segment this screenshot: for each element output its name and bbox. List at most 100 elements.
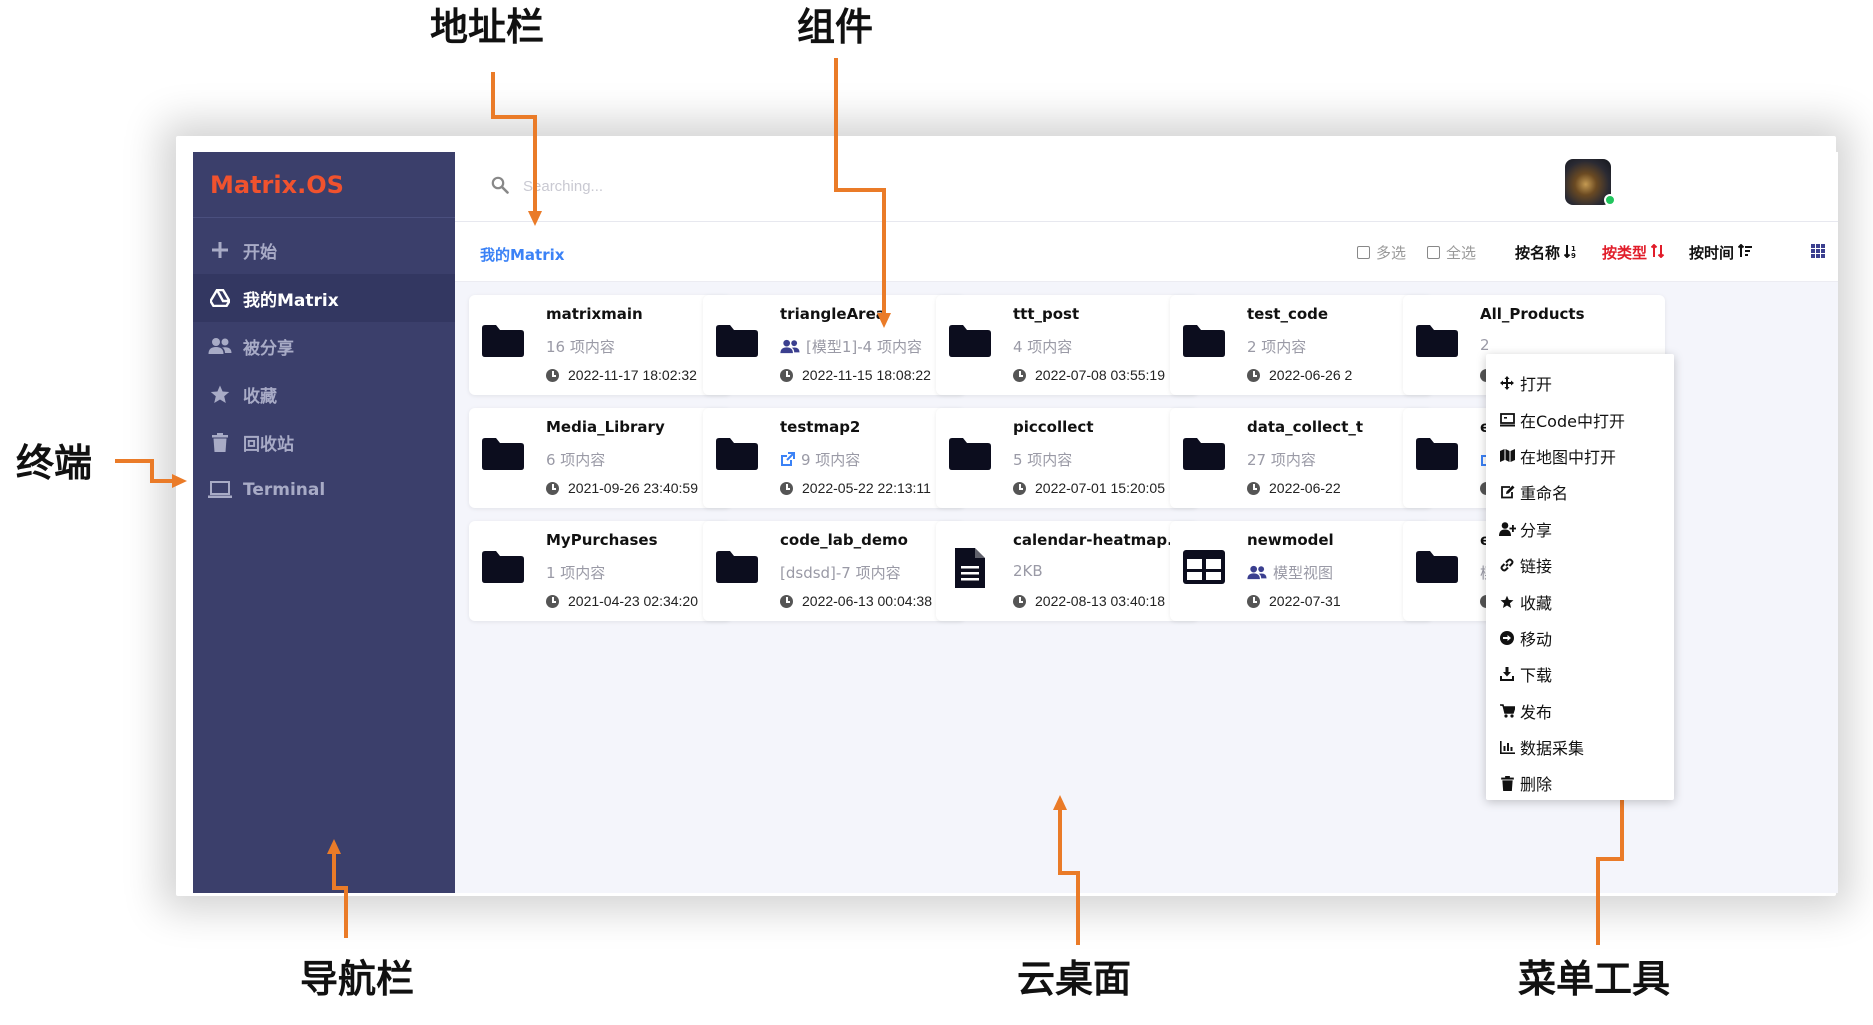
folder-icon (716, 438, 758, 480)
select-all-label: 全选 (1446, 244, 1477, 262)
context-menu-item[interactable]: 下载 (1486, 656, 1674, 692)
context-menu-item[interactable]: 在Code中打开 (1486, 401, 1674, 437)
context-menu-label: 在地图中打开 (1520, 447, 1617, 467)
drive-icon (207, 287, 233, 309)
file-meta-text: 5 项内容 (1013, 451, 1073, 469)
context-menu-item[interactable]: 链接 (1486, 547, 1674, 583)
file-card[interactable]: code_lab_demo [dsdsd]-7 项内容 2022-06-13 00:… (703, 521, 965, 621)
file-timestamp: 2022-05-22 22:13:11 (780, 480, 931, 496)
annotation-nav-bar: 导航栏 (300, 957, 415, 1001)
file-name: test_code (1247, 305, 1329, 323)
file-name: newmodel (1247, 531, 1334, 549)
clock-icon (1247, 368, 1260, 382)
file-meta-text: 4 项内容 (1013, 338, 1073, 356)
file-meta-text: 2 (1480, 336, 1490, 354)
file-meta-text: 27 项内容 (1247, 451, 1316, 469)
select-all-checkbox[interactable]: 全选 (1427, 242, 1476, 263)
search-input[interactable] (523, 172, 923, 200)
context-menu-item[interactable]: 分享 (1486, 511, 1674, 547)
context-menu-label: 发布 (1520, 702, 1553, 722)
sort-icon (1737, 243, 1753, 262)
file-toolbar: 我的Matrix 多选 全选 按名称 19 按类型 按时间 (455, 222, 1838, 282)
breadcrumb[interactable]: 我的Matrix (480, 244, 564, 265)
folder-icon (949, 325, 991, 367)
context-menu-item[interactable]: 数据采集 (1486, 729, 1674, 765)
sidebar-item-shared[interactable]: 被分享 (193, 322, 455, 370)
file-meta-text: 2 项内容 (1247, 338, 1307, 356)
sidebar-item-my-matrix[interactable]: 我的Matrix (193, 274, 455, 322)
grid-view-icon[interactable] (1811, 244, 1825, 263)
context-menu-item[interactable]: 打开 (1486, 365, 1674, 401)
folder-icon (1183, 325, 1225, 367)
file-timestamp: 2022-07-31 (1247, 593, 1341, 609)
trash-icon (207, 431, 233, 453)
plus-icon (207, 239, 233, 261)
file-meta-text: 模型视图 (1273, 564, 1334, 582)
file-card[interactable]: piccollect 5 项内容 2022-07-01 15:20:05 (936, 408, 1198, 508)
sort-by-name-button[interactable]: 按名称 19 (1515, 242, 1578, 263)
users-icon (780, 339, 800, 354)
file-name: testmap2 (780, 418, 861, 436)
code-window-icon (1498, 412, 1516, 427)
cart-icon (1498, 703, 1516, 718)
svg-text:9: 9 (1571, 252, 1576, 258)
clock-icon (1013, 368, 1026, 382)
context-menu-item[interactable]: 收藏 (1486, 583, 1674, 619)
move-icon (1498, 376, 1516, 391)
sort-by-time-button[interactable]: 按时间 (1689, 242, 1753, 263)
file-meta-text: 16 项内容 (546, 338, 615, 356)
folder-icon (482, 325, 524, 367)
file-card[interactable]: data_collect_t 27 项内容 2022-06-22 (1170, 408, 1432, 508)
star-icon (207, 383, 233, 405)
sort-icon (1650, 243, 1665, 262)
sidebar-item-start[interactable]: 开始 (193, 226, 455, 274)
file-card[interactable]: test_code 2 项内容 2022-06-26 2 (1170, 295, 1432, 395)
sort-by-type-button[interactable]: 按类型 (1602, 242, 1665, 263)
file-meta: 6 项内容 (546, 449, 605, 470)
file-card[interactable]: Media_Library 6 项内容 2021-09-26 23:40:59 (469, 408, 731, 508)
folder-icon (1416, 551, 1458, 593)
context-menu-label: 删除 (1520, 775, 1553, 795)
folder-icon (1183, 438, 1225, 480)
context-menu-item[interactable]: 发布 (1486, 693, 1674, 729)
file-card[interactable]: newmodel 模型视图 2022-07-31 (1170, 521, 1432, 621)
file-name: triangleArea (780, 305, 886, 323)
file-meta: 16 项内容 (546, 336, 615, 357)
clock-icon (780, 368, 793, 382)
file-name: All_Products (1480, 305, 1585, 323)
clock-icon (780, 594, 793, 608)
file-card[interactable]: matrixmain 16 项内容 2022-11-17 18:02:32 (469, 295, 731, 395)
file-card[interactable]: MyPurchases 1 项内容 2021-04-23 02:34:20 (469, 521, 731, 621)
file-name: matrixmain (546, 305, 643, 323)
file-card[interactable]: ttt_post 4 项内容 2022-07-08 03:55:19 (936, 295, 1198, 395)
file-card[interactable]: testmap2 9 项内容 2022-05-22 22:13:11 (703, 408, 965, 508)
file-timestamp: 2021-09-26 23:40:59 (546, 480, 698, 496)
annotation-widgets: 组件 (797, 5, 874, 49)
context-menu-item[interactable]: 移动 (1486, 620, 1674, 656)
file-meta: 2 (1480, 336, 1490, 354)
sidebar-item-trash[interactable]: 回收站 (193, 418, 455, 466)
clock-icon (1013, 481, 1026, 495)
context-menu-item[interactable]: 在地图中打开 (1486, 438, 1674, 474)
file-meta: [模型1]-4 项内容 (780, 336, 922, 357)
sidebar-nav: Matrix.OS 开始 我的Matrix 被分享 收藏 回收站 Termina… (193, 152, 455, 893)
file-timestamp-text: 2022-11-15 18:08:22 (802, 367, 931, 383)
sidebar-item-favorites[interactable]: 收藏 (193, 370, 455, 418)
file-meta: [dsdsd]-7 项内容 (780, 562, 901, 583)
file-meta: 5 项内容 (1013, 449, 1072, 470)
multi-select-checkbox[interactable]: 多选 (1357, 242, 1406, 263)
file-meta-text: [模型1]-4 项内容 (806, 338, 922, 356)
context-menu-item[interactable]: 重命名 (1486, 474, 1674, 510)
context-menu-label: 下载 (1520, 666, 1553, 686)
file-card[interactable]: triangleArea [模型1]-4 项内容 2022-11-15 18:08:… (703, 295, 965, 395)
users-icon (207, 335, 233, 357)
file-meta-text: 1 项内容 (546, 564, 606, 582)
context-menu-item[interactable]: 删除 (1486, 765, 1674, 801)
file-timestamp-text: 2022-07-08 03:55:19 (1035, 367, 1165, 383)
bar-chart-icon (1498, 740, 1516, 754)
sidebar-item-terminal[interactable]: Terminal (193, 466, 455, 514)
file-card[interactable]: calendar-heatmap.ht... 2KB 2022-08-13 03:4… (936, 521, 1198, 621)
file-name: data_collect_t (1247, 418, 1364, 436)
sort-by-type-label: 按类型 (1602, 244, 1648, 262)
clock-icon (546, 481, 559, 495)
